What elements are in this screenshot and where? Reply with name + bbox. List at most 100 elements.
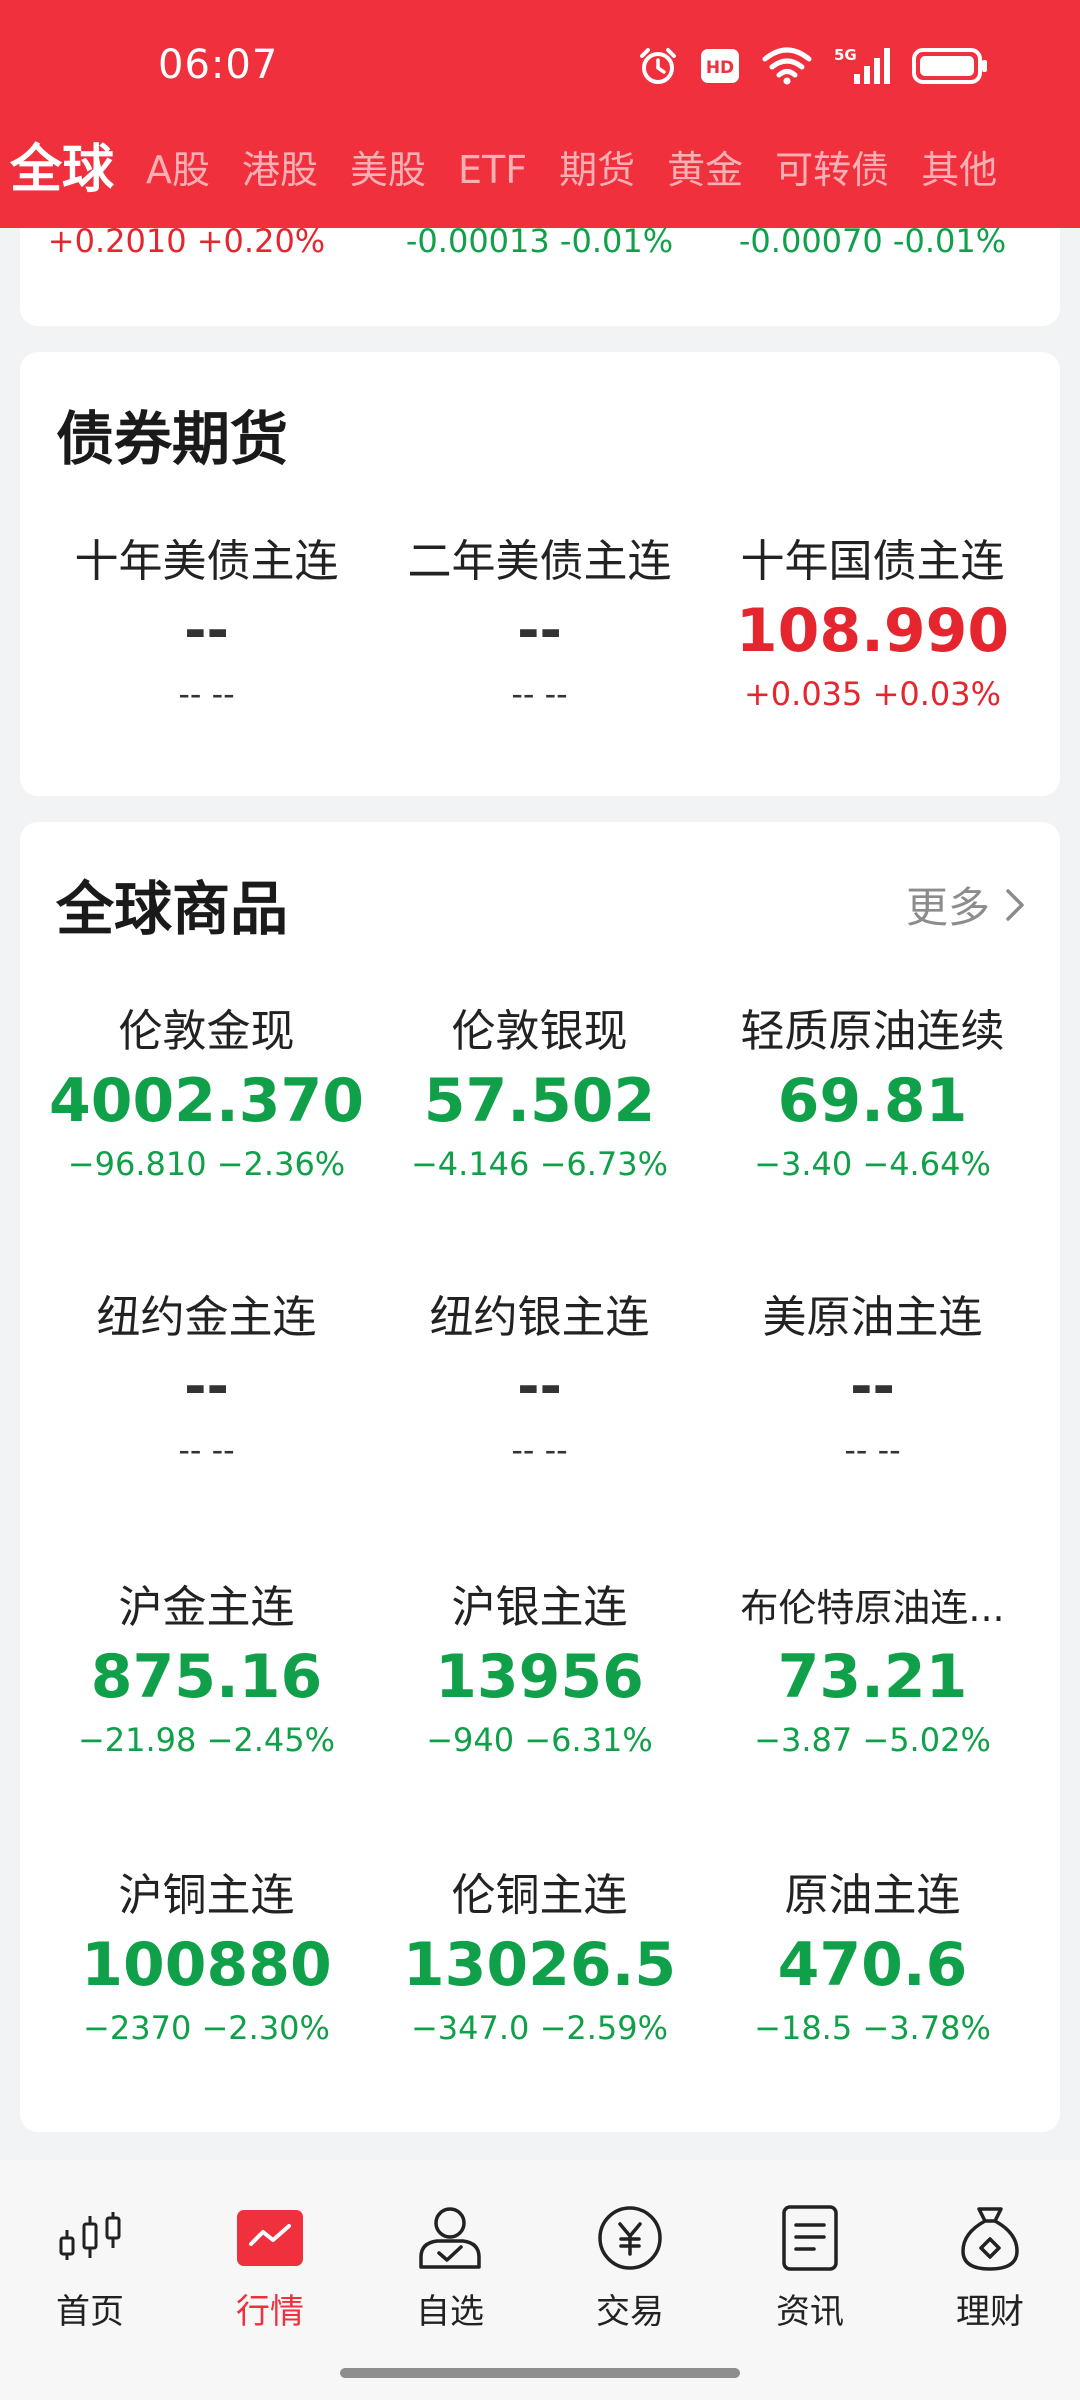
tab-futures[interactable]: 期货 — [543, 132, 651, 208]
nav-label: 理财 — [956, 2292, 1024, 2332]
quote-cell[interactable]: 二年美债主连 -- -- -- — [373, 532, 706, 718]
quote-cell[interactable]: 沪银主连 13956 −940 −6.31% — [373, 1578, 706, 1764]
quote-change: -- -- — [178, 675, 235, 713]
quote-price: -- — [184, 599, 229, 662]
quote-name: 轻质原油连续 — [740, 1006, 1005, 1057]
quote-name: 原油主连 — [784, 1870, 961, 1921]
quote-cell[interactable]: 伦敦金现 4002.370 −96.810 −2.36% — [40, 1002, 373, 1188]
tab-gold[interactable]: 黄金 — [651, 132, 759, 208]
battery-icon — [912, 48, 987, 84]
app-header: 06:07 HD 5G 全球 A股 港股 美股 ETF 期货 黄金 可转债 其他 — [0, 0, 1080, 228]
quote-name: 美原油主连 — [762, 1292, 983, 1343]
quote-name: 十年国债主连 — [740, 536, 1005, 587]
quote-price: -- — [517, 1355, 562, 1418]
tab-a-shares[interactable]: A股 — [130, 132, 226, 208]
section-title: 债券期货 — [56, 405, 289, 473]
quote-price: -- — [184, 1355, 229, 1418]
signal-5g-icon: 5G — [834, 46, 890, 84]
quote-cell[interactable]: 沪铜主连 100880 −2370 −2.30% — [40, 1866, 373, 2052]
quote-cell[interactable]: 十年国债主连 108.990 +0.035 +0.03% — [706, 532, 1039, 718]
candlestick-icon — [59, 2212, 121, 2260]
market-tabs: 全球 A股 港股 美股 ETF 期货 黄金 可转债 其他 — [0, 132, 1080, 208]
quote-name: 伦敦金现 — [118, 1006, 295, 1057]
tab-convertible-bonds[interactable]: 可转债 — [759, 132, 905, 208]
watchlist-user-icon — [419, 2207, 481, 2269]
nav-market[interactable]: 行情 — [180, 2198, 360, 2333]
quote-change: −96.810 −2.36% — [67, 1145, 346, 1183]
quote-price: -- — [850, 1355, 895, 1418]
quote-name: 纽约银主连 — [429, 1292, 650, 1343]
quote-cell[interactable]: 原油主连 470.6 −18.5 −3.78% — [706, 1866, 1039, 2052]
hd-icon: HD — [701, 49, 739, 83]
nav-home[interactable]: 首页 — [0, 2198, 180, 2333]
alarm-icon — [640, 48, 676, 84]
tab-etf[interactable]: ETF — [442, 132, 543, 208]
nav-news[interactable]: 资讯 — [720, 2198, 900, 2333]
quote-change: -- -- — [178, 1431, 235, 1469]
quote-name: 伦敦银现 — [451, 1006, 628, 1057]
chevron-right-icon — [1006, 888, 1024, 921]
nav-label: 交易 — [596, 2292, 664, 2332]
nav-trade[interactable]: 交易 — [540, 2198, 720, 2333]
quote-cell[interactable]: 纽约银主连 -- -- -- — [373, 1288, 706, 1474]
quote-change: −2370 −2.30% — [83, 2009, 330, 2047]
quote-price: 57.502 — [423, 1066, 656, 1136]
quote-cell[interactable]: 美原油主连 -- -- -- — [706, 1288, 1039, 1474]
quote-cell[interactable]: 纽约金主连 -- -- -- — [40, 1288, 373, 1474]
quote-change: −18.5 −3.78% — [754, 2009, 991, 2047]
quote-cell[interactable]: 布伦特原油连... 73.21 −3.87 −5.02% — [706, 1578, 1039, 1764]
quote-name: 二年美债主连 — [407, 536, 672, 587]
quote-change: -- -- — [511, 675, 568, 713]
tab-us-stocks[interactable]: 美股 — [334, 132, 442, 208]
section-title: 全球商品 — [56, 875, 289, 943]
money-bag-icon — [961, 2207, 1019, 2271]
tab-hk-stocks[interactable]: 港股 — [226, 132, 334, 208]
quote-price: 13026.5 — [402, 1930, 677, 2000]
quote-cell[interactable]: 轻质原油连续 69.81 −3.40 −4.64% — [706, 1002, 1039, 1188]
quote-change: −347.0 −2.59% — [410, 2009, 669, 2047]
quote-price: 100880 — [81, 1930, 332, 2000]
quote-change: +0.035 +0.03% — [743, 675, 1002, 713]
quote-price: 875.16 — [90, 1642, 323, 1712]
wifi-icon — [762, 47, 812, 85]
quote-name: 沪金主连 — [118, 1582, 295, 1633]
quote-name: 十年美债主连 — [74, 536, 339, 587]
quote-change: -- -- — [844, 1431, 901, 1469]
quote-cell[interactable]: 伦敦银现 57.502 −4.146 −6.73% — [373, 1002, 706, 1188]
tab-others[interactable]: 其他 — [905, 132, 1013, 208]
status-time: 06:07 — [158, 42, 279, 88]
quote-name: 沪银主连 — [451, 1582, 628, 1633]
quote-price: 470.6 — [777, 1930, 968, 2000]
home-indicator[interactable] — [340, 2368, 740, 2378]
quote-price: 108.990 — [735, 596, 1010, 666]
quote-cell[interactable]: 十年美债主连 -- -- -- — [40, 532, 373, 718]
quote-price: 13956 — [435, 1642, 644, 1712]
quote-change: −21.98 −2.45% — [77, 1721, 336, 1759]
tab-global[interactable]: 全球 — [0, 132, 130, 208]
more-link[interactable]: 更多 — [906, 874, 1026, 935]
quote-name: 纽约金主连 — [96, 1292, 317, 1343]
quote-change: -- -- — [511, 1431, 568, 1469]
quote-price: -- — [517, 599, 562, 662]
quote-name: 布伦特原油连... — [740, 1586, 1005, 1630]
nav-label: 首页 — [56, 2292, 124, 2332]
quote-price: 4002.370 — [48, 1066, 365, 1136]
quote-cell[interactable]: 沪金主连 875.16 −21.98 −2.45% — [40, 1578, 373, 1764]
quote-cell[interactable]: 伦铜主连 13026.5 −347.0 −2.59% — [373, 1866, 706, 2052]
quote-change: −3.40 −4.64% — [754, 1145, 991, 1183]
quote-change: −3.87 −5.02% — [754, 1721, 991, 1759]
nav-wealth[interactable]: 理财 — [900, 2198, 1080, 2333]
quote-name: 沪铜主连 — [118, 1870, 295, 1921]
quote-change: −4.146 −6.73% — [410, 1145, 669, 1183]
quote-name: 伦铜主连 — [451, 1870, 628, 1921]
quote-price: 69.81 — [777, 1066, 968, 1136]
more-label: 更多 — [905, 883, 990, 932]
yuan-coin-icon — [598, 2206, 662, 2270]
nav-label: 自选 — [416, 2292, 484, 2332]
quote-change: −940 −6.31% — [426, 1721, 653, 1759]
status-bar: 06:07 HD 5G — [0, 0, 1080, 136]
svg-text:HD: HD — [706, 58, 734, 78]
bond-futures-card: 债券期货 十年美债主连 -- -- -- 二年美债主连 -- -- -- 十年国… — [20, 352, 1060, 796]
nav-watchlist[interactable]: 自选 — [360, 2198, 540, 2333]
global-commodities-card: 全球商品 更多 伦敦金现 4002.370 −96.810 −2.36% 伦敦银… — [20, 822, 1060, 2132]
